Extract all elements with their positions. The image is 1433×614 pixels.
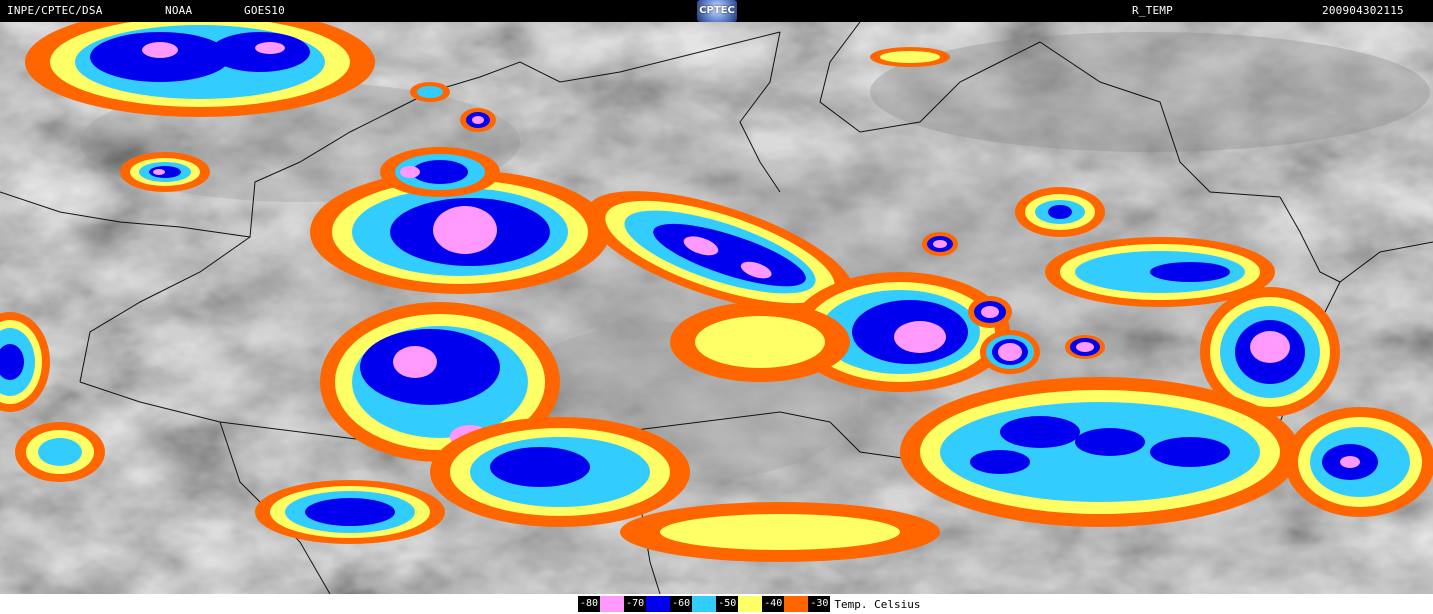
satellite-label: GOES10 [244, 4, 285, 17]
legend-label-3: -60 [670, 596, 693, 612]
header-bar: INPE/CPTEC/DSA NOAA GOES10 CPTEC R_TEMP … [0, 0, 1433, 22]
legend-swatch-2 [646, 596, 671, 612]
legend-label-2: -70 [624, 596, 647, 612]
legend-label-6: -30 [808, 596, 831, 612]
cptec-logo: CPTEC [697, 0, 737, 22]
legend-swatch-3 [692, 596, 717, 612]
satellite-map [0, 22, 1433, 594]
legend-label-1: -80 [578, 596, 601, 612]
source-label: INPE/CPTEC/DSA [7, 4, 103, 17]
legend-swatch-4 [738, 596, 763, 612]
legend-unit: Temp. Celsius [834, 597, 921, 611]
satellite-image [0, 22, 1433, 594]
legend-swatch-5 [784, 596, 809, 612]
legend-label-4: -50 [716, 596, 739, 612]
agency-label: NOAA [165, 4, 193, 17]
legend-row: -80 -70 -60 -50 -40 -30 Temp. Celsius [578, 596, 920, 612]
legend-label-5: -40 [762, 596, 785, 612]
legend-swatch-1 [600, 596, 625, 612]
timestamp-label: 200904302115 [1322, 4, 1404, 17]
temperature-legend: -80 -70 -60 -50 -40 -30 Temp. Celsius [0, 594, 1433, 614]
product-label: R_TEMP [1132, 4, 1173, 17]
